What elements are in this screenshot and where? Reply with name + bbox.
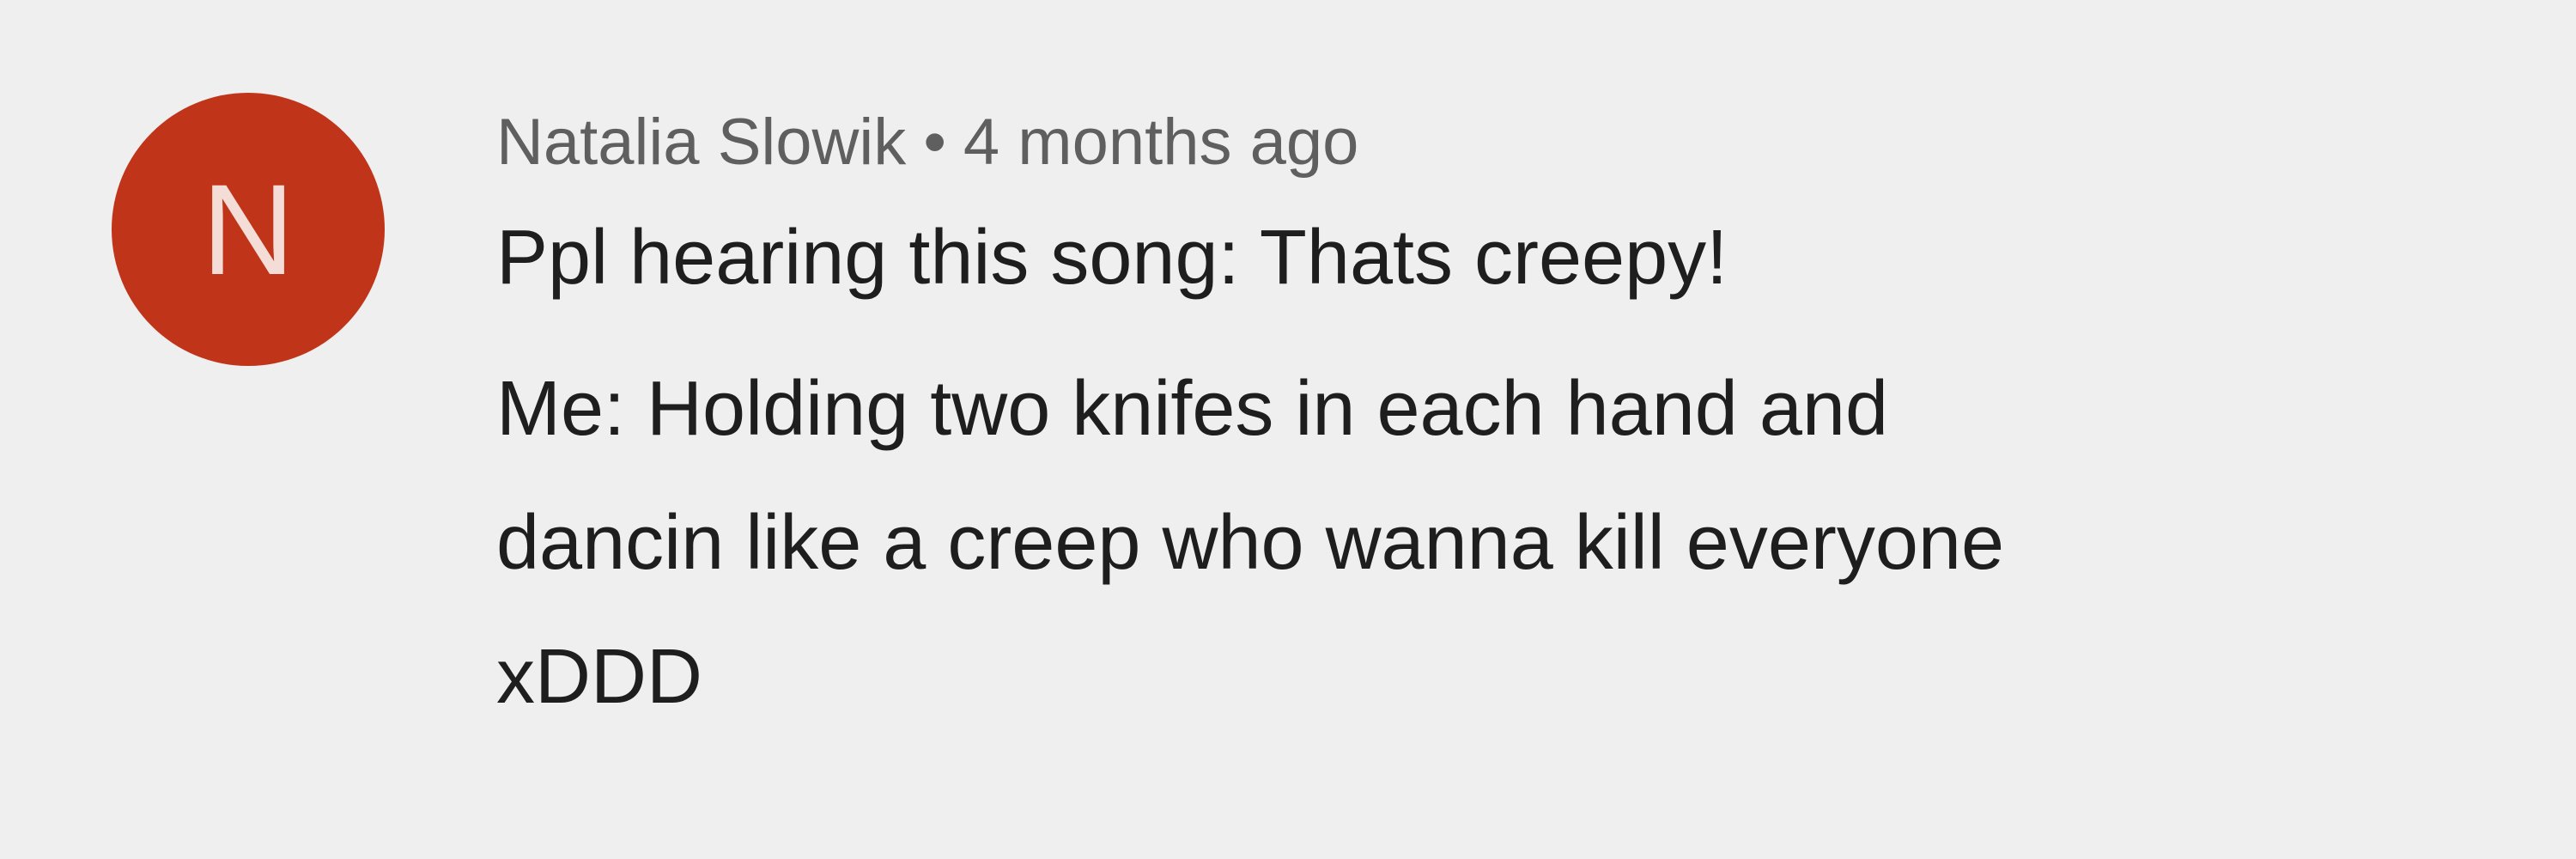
- comment-timestamp[interactable]: 4 months ago: [963, 106, 1359, 179]
- comment-line: Me: Holding two knifes in each hand and: [496, 366, 1889, 452]
- comment-meta: Natalia Slowik • 4 months ago: [496, 101, 2471, 184]
- comment-line: xDDD: [496, 634, 702, 720]
- meta-separator: •: [923, 106, 946, 179]
- comment-card: N Natalia Slowik • 4 months ago Ppl hearin…: [0, 0, 2576, 859]
- avatar-letter: N: [201, 157, 295, 302]
- comment-line: Ppl hearing this song: Thats creepy!: [496, 215, 1728, 301]
- avatar[interactable]: N: [112, 93, 385, 366]
- author-name[interactable]: Natalia Slowik: [496, 106, 906, 179]
- comment-line: dancin like a creep who wanna kill every…: [496, 500, 2005, 586]
- comment-text: Ppl hearing this song: Thats creepy! Me:…: [496, 208, 2471, 744]
- comment-content: Natalia Slowik • 4 months ago Ppl hearing …: [496, 101, 2471, 744]
